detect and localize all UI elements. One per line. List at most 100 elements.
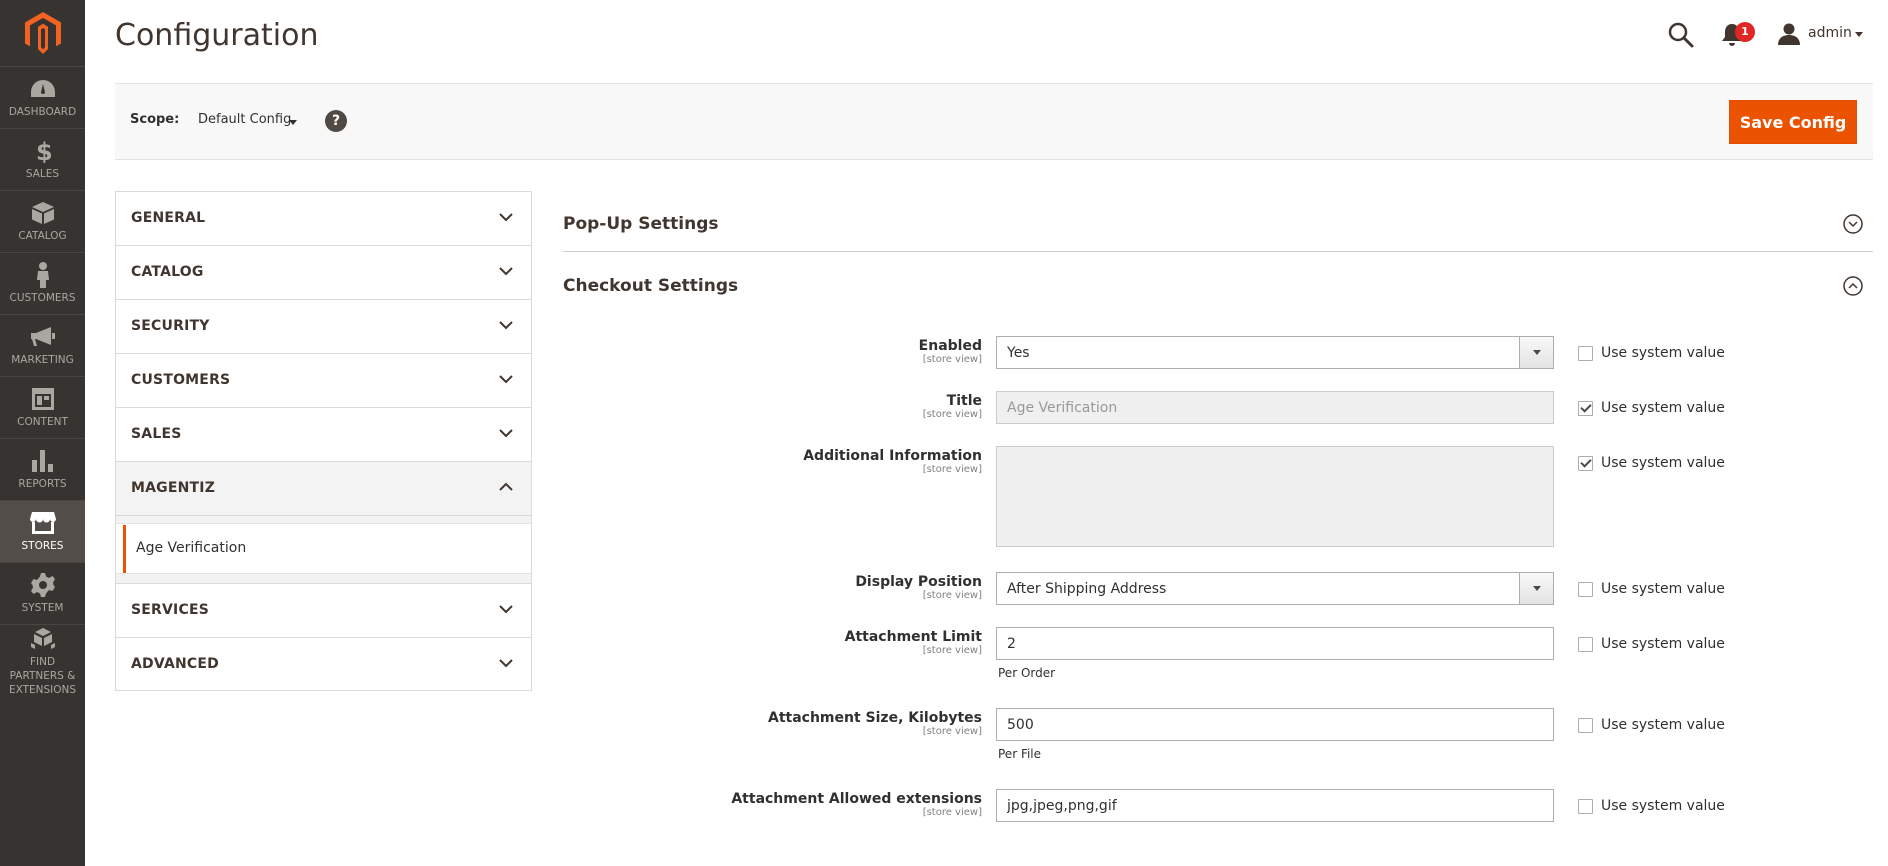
checkbox[interactable] xyxy=(1578,636,1593,652)
magento-logo[interactable] xyxy=(0,0,85,66)
checkbox-label: Use system value xyxy=(1601,400,1725,416)
tab-sales[interactable]: SALES xyxy=(115,407,532,461)
scope-help-icon[interactable]: ? xyxy=(325,110,347,132)
field-note: Per Order xyxy=(998,666,1056,680)
use-system-value-attachment-limit[interactable]: Use system value xyxy=(1578,635,1725,653)
use-system-value-display-position[interactable]: Use system value xyxy=(1578,580,1725,598)
tab-sub-divider xyxy=(116,516,531,524)
user-icon[interactable] xyxy=(1778,23,1800,45)
checkbox-checked[interactable] xyxy=(1578,455,1593,471)
chevron-down-icon xyxy=(499,375,513,384)
tab-magentiz[interactable]: MAGENTIZ xyxy=(115,461,532,515)
tab-security[interactable]: SECURITY xyxy=(115,299,532,353)
checkbox-label: Use system value xyxy=(1601,636,1725,652)
chevron-down-icon xyxy=(499,267,513,276)
tab-magentiz-items: Age Verification xyxy=(115,515,532,583)
tab-customers[interactable]: CUSTOMERS xyxy=(115,353,532,407)
dollar-icon: $ xyxy=(30,138,56,164)
checkbox-label: Use system value xyxy=(1601,717,1725,733)
search-icon[interactable] xyxy=(1668,22,1694,48)
tab-advanced[interactable]: ADVANCED xyxy=(115,637,532,691)
config-tabs: GENERAL CATALOG SECURITY CUSTOMERS SALES… xyxy=(115,191,532,691)
menu-label: STORES xyxy=(21,540,64,552)
attachment-limit-input[interactable] xyxy=(996,627,1554,660)
person-icon xyxy=(30,262,56,288)
checkbox-checked[interactable] xyxy=(1578,400,1593,416)
menu-item-stores[interactable]: STORES xyxy=(0,500,85,562)
field-label-display-position: Display Position xyxy=(855,574,982,590)
additional-information-textarea[interactable] xyxy=(996,446,1554,547)
field-scope: [store view] xyxy=(922,409,982,420)
menu-label: FIND PARTNERS & EXTENSIONS xyxy=(8,656,77,696)
menu-item-system[interactable]: SYSTEM xyxy=(0,562,85,624)
use-system-value-attachment-extensions[interactable]: Use system value xyxy=(1578,797,1725,815)
checkbox-label: Use system value xyxy=(1601,798,1725,814)
use-system-value-attachment-size[interactable]: Use system value xyxy=(1578,716,1725,734)
admin-menu: DASHBOARD $ SALES CATALOG CUSTOMERS MARK… xyxy=(0,0,85,866)
field-label-attachment-limit: Attachment Limit xyxy=(844,629,982,645)
section-popup-settings[interactable]: Pop-Up Settings xyxy=(563,194,1873,250)
gear-icon xyxy=(30,572,56,598)
tab-label: CUSTOMERS xyxy=(131,372,231,388)
section-title: Pop-Up Settings xyxy=(563,214,719,234)
scope-caret-icon[interactable] xyxy=(289,120,297,125)
scope-switcher[interactable]: Default Config xyxy=(198,112,291,127)
attachment-size-input[interactable] xyxy=(996,708,1554,741)
attachment-extensions-input[interactable] xyxy=(996,789,1554,822)
use-system-value-title[interactable]: Use system value xyxy=(1578,399,1725,417)
field-label-attachment-extensions: Attachment Allowed extensions xyxy=(731,791,982,807)
field-label-additional-information: Additional Information xyxy=(803,448,982,464)
dropdown-arrow-icon[interactable] xyxy=(1519,573,1553,604)
chevron-down-icon xyxy=(499,605,513,614)
menu-item-dashboard[interactable]: DASHBOARD xyxy=(0,66,85,128)
menu-item-marketing[interactable]: MARKETING xyxy=(0,314,85,376)
dropdown-arrow-icon[interactable] xyxy=(1519,337,1553,368)
user-menu-name[interactable]: admin xyxy=(1808,25,1852,41)
magento-logo-icon xyxy=(24,12,61,54)
menu-item-catalog[interactable]: CATALOG xyxy=(0,190,85,252)
bar-chart-icon xyxy=(30,448,56,474)
tab-label: SALES xyxy=(131,426,182,442)
checkbox[interactable] xyxy=(1578,798,1593,814)
menu-label: CONTENT xyxy=(17,416,68,428)
tab-catalog[interactable]: CATALOG xyxy=(115,245,532,299)
field-scope: [store view] xyxy=(922,807,982,818)
menu-label: DASHBOARD xyxy=(8,106,77,118)
chevron-up-icon xyxy=(499,482,513,491)
select-value: After Shipping Address xyxy=(1007,581,1167,597)
save-config-button[interactable]: Save Config xyxy=(1729,100,1857,144)
tab-general[interactable]: GENERAL xyxy=(115,191,532,245)
svg-text:$: $ xyxy=(36,139,51,163)
section-checkout-settings[interactable]: Checkout Settings xyxy=(563,256,1873,312)
menu-item-content[interactable]: CONTENT xyxy=(0,376,85,438)
page-actions-bar: Scope: Default Config ? Save Config xyxy=(115,83,1873,160)
tab-services[interactable]: SERVICES xyxy=(115,583,532,637)
use-system-value-additional-information[interactable]: Use system value xyxy=(1578,454,1725,472)
menu-item-customers[interactable]: CUSTOMERS xyxy=(0,252,85,314)
enabled-select[interactable]: Yes xyxy=(996,336,1554,369)
checkbox[interactable] xyxy=(1578,345,1593,361)
menu-item-sales[interactable]: $ SALES xyxy=(0,128,85,190)
field-label-enabled: Enabled xyxy=(918,338,982,354)
menu-item-find-partners[interactable]: FIND PARTNERS & EXTENSIONS xyxy=(0,624,85,698)
title-input[interactable] xyxy=(996,391,1554,424)
expand-circle-icon xyxy=(1843,214,1863,234)
menu-item-reports[interactable]: REPORTS xyxy=(0,438,85,500)
collapse-circle-icon xyxy=(1843,276,1863,296)
tab-item-label: Age Verification xyxy=(136,540,247,556)
checkbox[interactable] xyxy=(1578,717,1593,733)
field-scope: [store view] xyxy=(922,464,982,475)
layout-icon xyxy=(30,386,56,412)
use-system-value-enabled[interactable]: Use system value xyxy=(1578,344,1725,362)
tab-item-age-verification[interactable]: Age Verification xyxy=(123,525,525,573)
tab-label: MAGENTIZ xyxy=(131,480,216,496)
user-menu-caret-icon[interactable] xyxy=(1855,32,1863,37)
display-position-select[interactable]: After Shipping Address xyxy=(996,572,1554,605)
page-title: Configuration xyxy=(115,18,319,53)
checkbox[interactable] xyxy=(1578,581,1593,597)
tab-label: ADVANCED xyxy=(131,656,219,672)
tab-label: SERVICES xyxy=(131,602,209,618)
field-label-title: Title xyxy=(946,393,982,409)
section-title: Checkout Settings xyxy=(563,276,739,296)
notifications-badge[interactable]: 1 xyxy=(1735,22,1755,42)
